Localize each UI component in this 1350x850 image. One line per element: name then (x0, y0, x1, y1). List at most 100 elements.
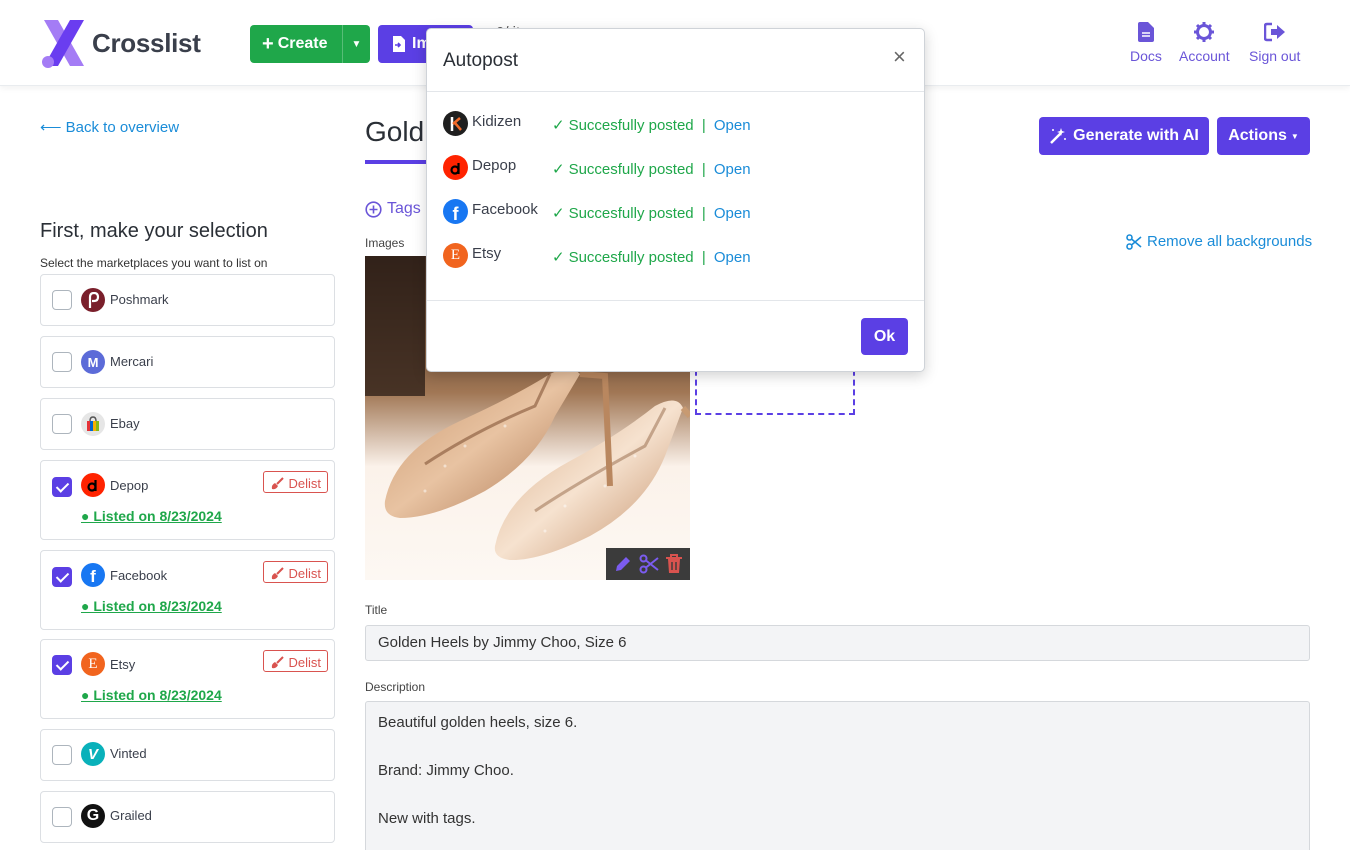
remove-bg-label: Remove all backgrounds (1147, 233, 1313, 250)
nav-docs-label: Docs (1130, 48, 1162, 64)
description-line: Brand: Jimmy Choo. (378, 762, 514, 779)
open-link[interactable]: Open (714, 205, 751, 222)
create-label: Create (277, 35, 328, 52)
brand-name: Crosslist (92, 27, 201, 58)
actions-dropdown-button[interactable]: Actions ▼ (1217, 117, 1310, 155)
tags-link[interactable]: Tags (365, 200, 421, 218)
broom-icon (272, 655, 285, 668)
pencil-edit-icon[interactable] (613, 554, 633, 574)
listed-date-link-etsy[interactable]: ● Listed on 8/23/2024 (81, 687, 222, 703)
etsy-logo-icon: E (81, 652, 105, 676)
autopost-row-etsy: E Etsy ✓ Succesfully posted | Open (443, 243, 903, 269)
marketplace-card-facebook: f Facebook Delist ● Listed on 8/23/2024 (40, 550, 335, 630)
nav-account-label: Account (1179, 48, 1230, 64)
crosslist-logo-icon (42, 20, 84, 68)
back-to-overview-link[interactable]: ⟵ Back to overview (40, 118, 179, 136)
marketplace-checkbox-etsy[interactable] (52, 655, 72, 675)
images-label: Images (365, 236, 405, 250)
ok-button[interactable]: Ok (861, 318, 908, 355)
poshmark-logo-icon (81, 288, 105, 312)
marketplace-name: Etsy (110, 657, 136, 672)
import-file-icon (393, 36, 405, 52)
status-separator: | (697, 160, 710, 178)
delist-button-facebook[interactable]: Delist (263, 561, 328, 583)
open-link[interactable]: Open (714, 249, 751, 266)
nav-docs[interactable]: Docs (1130, 22, 1162, 64)
caret-down-icon: ▼ (1290, 131, 1299, 141)
generate-with-ai-button[interactable]: Generate with AI (1039, 117, 1209, 155)
selection-subtitle: Select the marketplaces you want to list… (40, 256, 268, 270)
title-input[interactable]: Golden Heels by Jimmy Choo, Size 6 (365, 625, 1310, 661)
document-icon (1137, 22, 1154, 42)
autopost-row-depop: Depop ✓ Succesfully posted | Open (443, 155, 903, 181)
actions-label: Actions (1228, 127, 1287, 144)
nav-sign-out-label: Sign out (1249, 48, 1301, 64)
marketplace-checkbox-depop[interactable] (52, 477, 72, 497)
nav-sign-out[interactable]: Sign out (1249, 22, 1300, 64)
checkmark-icon: ✓ (552, 117, 565, 134)
autopost-status: ✓ Succesfully posted | Open (552, 160, 751, 179)
close-icon[interactable]: × (893, 46, 906, 68)
remove-all-backgrounds-link[interactable]: Remove all backgrounds (1126, 233, 1312, 250)
checkmark-icon: ✓ (552, 249, 565, 266)
generate-label: Generate with AI (1073, 127, 1199, 144)
ebay-logo-icon (81, 412, 105, 436)
marketplace-checkbox-ebay[interactable] (52, 414, 72, 434)
delist-label: Delist (288, 565, 321, 581)
autopost-marketplace-name: Facebook (472, 201, 538, 218)
delist-label: Delist (288, 654, 321, 670)
autopost-marketplace-name: Etsy (472, 245, 502, 262)
checkmark-icon: ✓ (552, 161, 565, 178)
gear-icon (1194, 22, 1215, 42)
description-field-label: Description (365, 680, 426, 694)
status-separator: | (697, 116, 710, 134)
delist-label: Delist (288, 475, 321, 491)
modal-header-divider (427, 91, 924, 92)
modal-title: Autopost (443, 50, 518, 71)
marketplace-checkbox-poshmark[interactable] (52, 290, 72, 310)
create-dropdown-toggle[interactable]: ▼ (342, 25, 370, 63)
open-link[interactable]: Open (714, 161, 751, 178)
grailed-logo-icon: G (81, 804, 105, 828)
autopost-row-facebook: f Facebook ✓ Succesfully posted | Open (443, 199, 903, 225)
marketplace-card-grailed: G Grailed (40, 791, 335, 843)
marketplace-checkbox-vinted[interactable] (52, 745, 72, 765)
nav-account[interactable]: Account (1179, 22, 1230, 64)
title-underline (365, 160, 427, 164)
page-title: Gold (365, 116, 425, 147)
marketplace-name: Grailed (110, 808, 152, 823)
marketplace-card-depop: Depop Delist ● Listed on 8/23/2024 (40, 460, 335, 540)
marketplace-checkbox-grailed[interactable] (52, 807, 72, 827)
selection-title: First, make your selection (40, 220, 268, 242)
delist-button-depop[interactable]: Delist (263, 471, 328, 493)
listed-date-link-depop[interactable]: ● Listed on 8/23/2024 (81, 508, 222, 524)
create-button[interactable]: + Create ▼ (250, 25, 370, 63)
trash-icon[interactable] (665, 554, 683, 574)
marketplace-checkbox-mercari[interactable] (52, 352, 72, 372)
marketplace-checkbox-facebook[interactable] (52, 567, 72, 587)
status-text: Succesfully posted (568, 116, 694, 134)
scissors-icon[interactable] (639, 554, 659, 574)
marketplace-card-mercari: M Mercari (40, 336, 335, 388)
marketplace-name: Poshmark (110, 292, 169, 307)
plus-circle-icon (365, 200, 382, 218)
depop-logo-icon (443, 155, 468, 180)
autopost-marketplace-name: Depop (472, 157, 517, 174)
autopost-marketplace-name: Kidizen (472, 113, 522, 130)
listed-date-link-facebook[interactable]: ● Listed on 8/23/2024 (81, 598, 222, 614)
status-separator: | (697, 204, 710, 222)
title-field-label: Title (365, 603, 388, 617)
checkmark-icon: ✓ (552, 205, 565, 222)
marketplace-card-ebay: Ebay (40, 398, 335, 450)
photo-toolbar (606, 548, 690, 580)
sign-out-icon (1263, 22, 1285, 42)
facebook-logo-icon: f (81, 563, 105, 587)
description-textarea[interactable]: Beautiful golden heels, size 6. Brand: J… (365, 701, 1310, 850)
broom-icon (272, 476, 285, 489)
autopost-status: ✓ Succesfully posted | Open (552, 248, 751, 267)
etsy-logo-icon: E (443, 243, 468, 268)
tags-label: Tags (387, 200, 421, 217)
open-link[interactable]: Open (714, 117, 751, 134)
delist-button-etsy[interactable]: Delist (263, 650, 328, 672)
crosslist-logo[interactable]: Crosslist (40, 18, 201, 68)
